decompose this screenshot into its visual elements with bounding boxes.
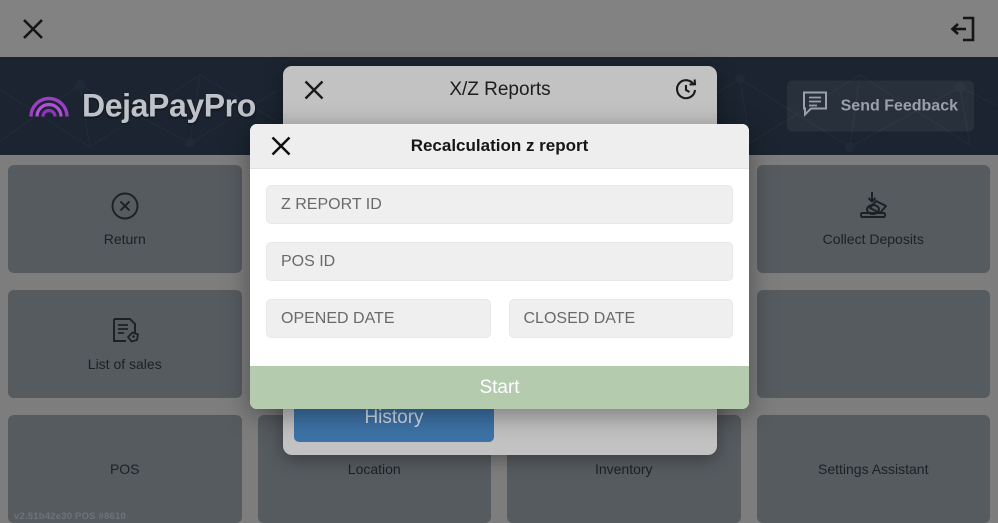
date-field-row: OPENED DATE CLOSED DATE xyxy=(266,299,733,338)
close-x-icon[interactable] xyxy=(266,131,296,161)
tile-label: Settings Assistant xyxy=(817,461,929,477)
refresh-clock-icon[interactable] xyxy=(671,75,701,105)
tile-pos[interactable]: POS xyxy=(8,415,242,523)
brand: DejaPayPro xyxy=(28,88,256,125)
logout-icon[interactable] xyxy=(942,9,982,49)
circle-x-icon xyxy=(110,191,140,221)
tile-empty-5[interactable] xyxy=(756,290,990,398)
collect-cash-icon xyxy=(856,191,890,221)
modal-body: Z REPORT ID POS ID OPENED DATE CLOSED DA… xyxy=(250,169,749,350)
tile-list-of-sales[interactable]: List of sales xyxy=(8,290,242,398)
tile-label: Collect Deposits xyxy=(822,231,924,247)
message-bubble-icon xyxy=(801,91,829,122)
tile-return[interactable]: Return xyxy=(8,165,242,273)
modal-title: Recalculation z report xyxy=(410,136,589,155)
z-report-id-placeholder: Z REPORT ID xyxy=(281,195,382,213)
pos-id-field[interactable]: POS ID xyxy=(266,242,733,281)
rainbow-arch-logo-icon xyxy=(28,89,70,124)
app-root: DejaPayPro Send Feedback Return Collect … xyxy=(0,0,998,523)
opened-date-placeholder: OPENED DATE xyxy=(281,309,395,327)
document-tag-icon xyxy=(110,316,140,346)
z-report-id-field[interactable]: Z REPORT ID xyxy=(266,185,733,224)
send-feedback-label: Send Feedback xyxy=(840,97,958,114)
tile-label: Return xyxy=(103,231,146,247)
xz-reports-header: X/Z Reports xyxy=(283,66,717,114)
tile-settings-assistant[interactable]: Settings Assistant xyxy=(756,415,990,523)
tile-label: POS xyxy=(109,461,140,477)
tile-label: Location xyxy=(347,461,401,477)
close-x-icon[interactable] xyxy=(299,75,329,105)
close-x-icon[interactable] xyxy=(16,12,50,46)
version-text: v2.51b42e30 POS #8610 xyxy=(14,511,126,522)
xz-reports-title: X/Z Reports xyxy=(449,79,551,100)
pos-id-placeholder: POS ID xyxy=(281,252,336,270)
tile-label: List of sales xyxy=(87,356,162,372)
tile-collect-deposits[interactable]: Collect Deposits xyxy=(756,165,990,273)
start-button-label: Start xyxy=(479,376,520,398)
closed-date-field[interactable]: CLOSED DATE xyxy=(508,299,733,338)
recalculation-modal: Recalculation z report Z REPORT ID POS I… xyxy=(250,124,749,409)
opened-date-field[interactable]: OPENED DATE xyxy=(266,299,491,338)
brand-name: DejaPayPro xyxy=(82,87,256,124)
send-feedback-button[interactable]: Send Feedback xyxy=(786,80,974,132)
system-bar xyxy=(0,0,998,57)
modal-header: Recalculation z report xyxy=(250,124,749,169)
start-button[interactable]: Start xyxy=(250,366,749,409)
closed-date-placeholder: CLOSED DATE xyxy=(523,309,636,327)
tile-label: Inventory xyxy=(594,461,653,477)
